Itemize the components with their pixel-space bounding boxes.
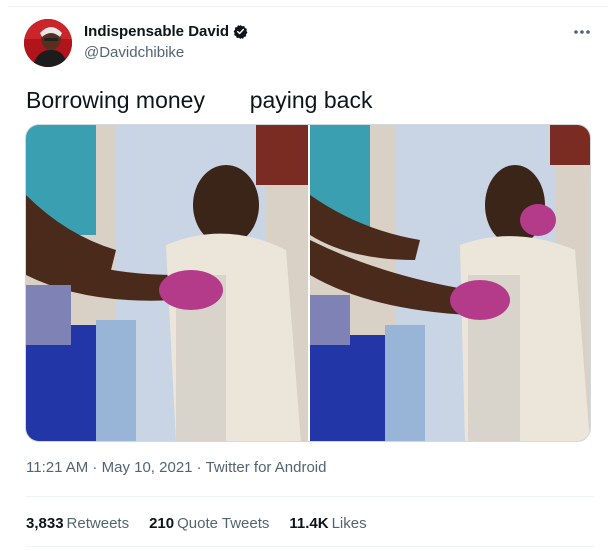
tweet-text: Borrowing money paying back [26, 87, 373, 113]
avatar-image [24, 19, 72, 67]
retweets-count: 3,833 [26, 515, 64, 532]
tweet-media[interactable] [25, 124, 591, 442]
photo-left[interactable] [26, 125, 308, 441]
tweet-time[interactable]: 11:21 AM [26, 459, 88, 476]
more-dots-icon[interactable] [572, 25, 592, 39]
likes-label: Likes [331, 515, 367, 532]
meta-separator: · [88, 459, 102, 476]
display-name[interactable]: Indispensable David [84, 23, 229, 40]
author-name-row: Indispensable David [84, 23, 248, 40]
quote-tweets-count: 210 [149, 515, 175, 532]
quote-tweets-label: Quote Tweets [177, 515, 270, 532]
photo-left-image [26, 125, 308, 441]
likes-count: 11.4K [289, 515, 329, 532]
divider [26, 546, 594, 547]
tweet-source[interactable]: Twitter for Android [206, 459, 327, 476]
quote-tweets-stat[interactable]: 210 Quote Tweets [149, 515, 269, 532]
divider [26, 496, 594, 497]
retweets-label: Retweets [66, 515, 130, 532]
verified-badge-icon [233, 24, 248, 39]
tweet-date[interactable]: May 10, 2021 [102, 459, 193, 476]
meta-separator: · [192, 459, 206, 476]
retweets-stat[interactable]: 3,833 Retweets [26, 515, 129, 532]
tweet-header: Indispensable David @Davidchibike [22, 19, 594, 71]
author-handle[interactable]: @Davidchibike [84, 44, 184, 61]
tweet-meta: 11:21 AM · May 10, 2021 · Twitter for An… [26, 459, 326, 476]
photo-right-image [310, 125, 590, 441]
likes-stat[interactable]: 11.4K Likes [289, 515, 366, 532]
tweet-card: Indispensable David @Davidchibike Borrow… [8, 6, 608, 547]
tweet-stats: 3,833 Retweets 210 Quote Tweets 11.4K Likes [26, 515, 367, 532]
photo-right[interactable] [308, 125, 590, 441]
avatar[interactable] [24, 19, 72, 67]
